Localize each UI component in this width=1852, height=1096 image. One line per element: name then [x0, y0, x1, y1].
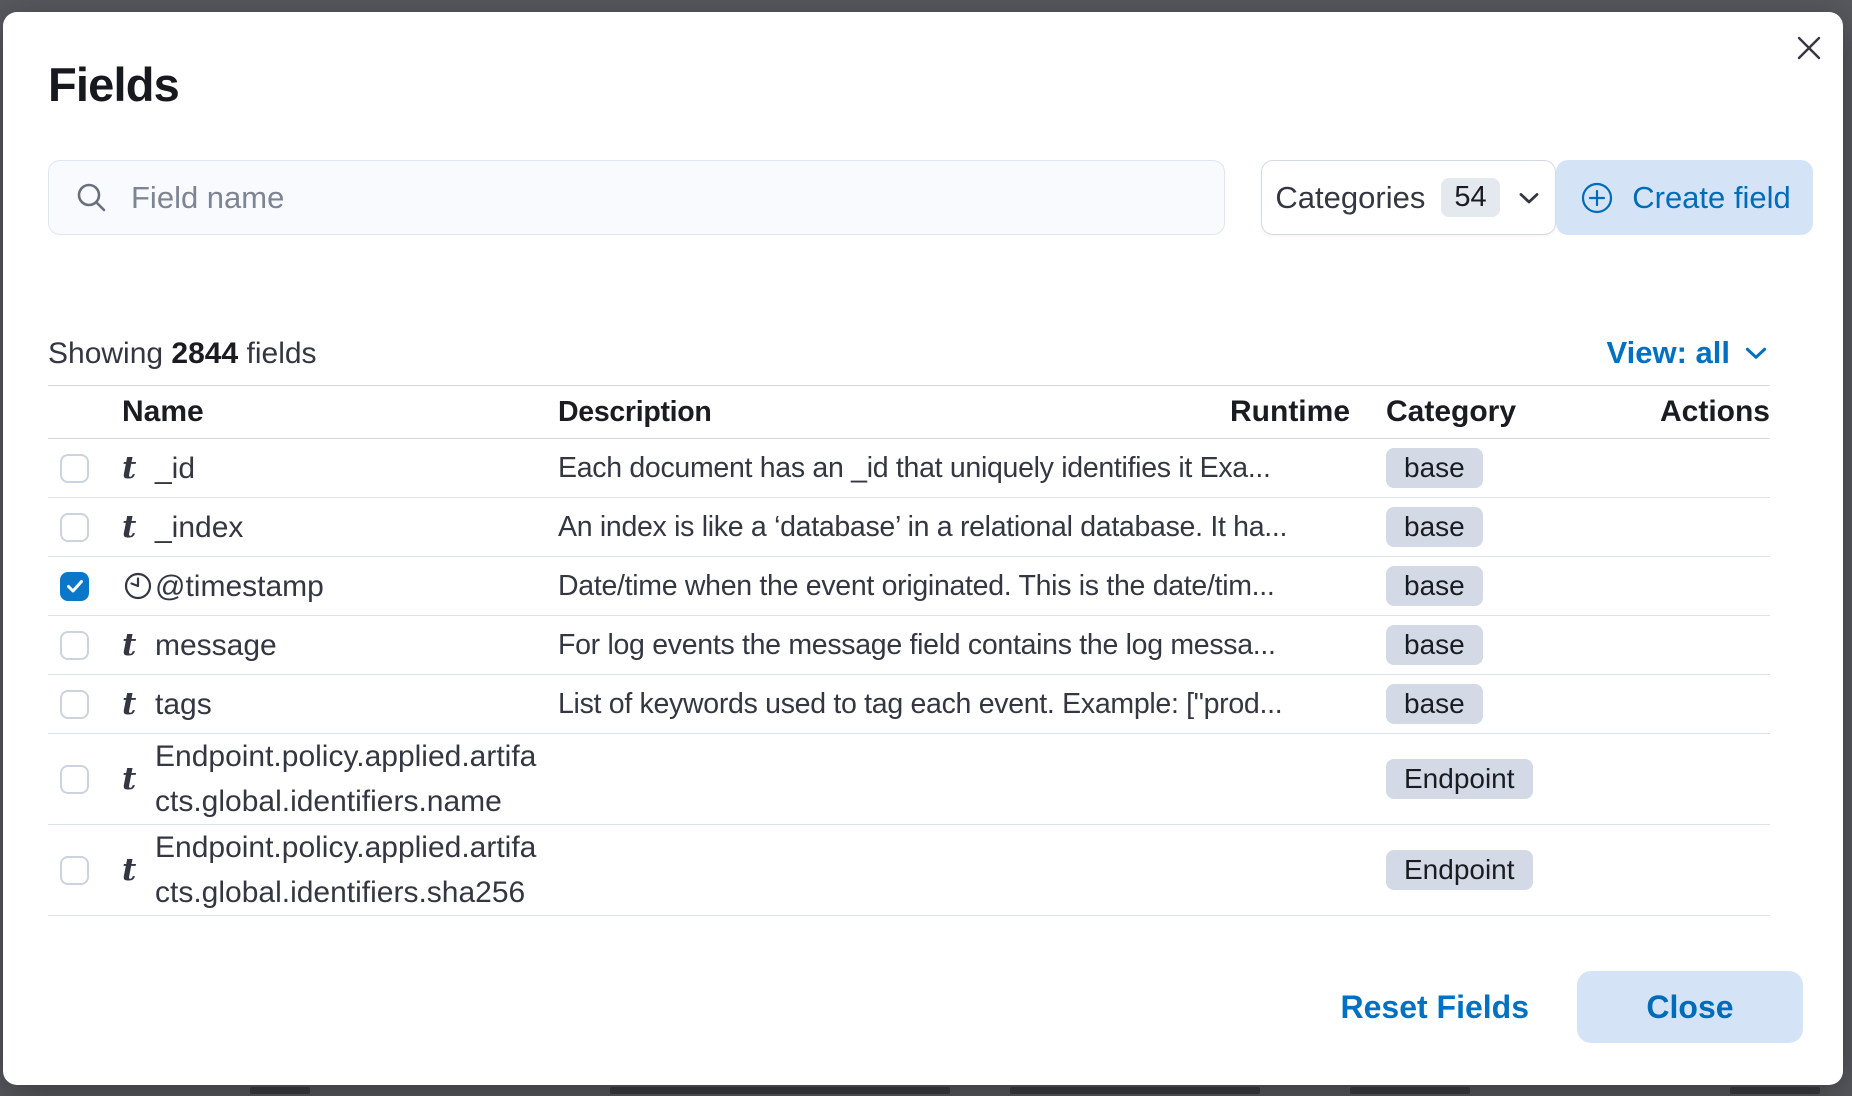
field-description: List of keywords used to tag each event.… [558, 688, 1322, 721]
field-name: @timestamp [155, 564, 558, 609]
chevron-down-icon [1516, 185, 1542, 211]
text-type-icon: t [122, 453, 136, 484]
row-checkbox[interactable] [60, 572, 89, 601]
row-checkbox[interactable] [60, 690, 89, 719]
field-search [48, 160, 1225, 235]
table-row: t Endpoint.policy.applied.artifacts.glob… [48, 825, 1770, 916]
fields-count: 2844 [171, 337, 238, 370]
table-header-row: Name Description Runtime Category Action… [48, 385, 1770, 439]
fields-table: Name Description Runtime Category Action… [48, 385, 1770, 916]
row-checkbox[interactable] [60, 631, 89, 660]
field-name: _index [155, 505, 558, 550]
text-type-icon: t [122, 764, 136, 795]
text-type-icon: t [122, 689, 136, 720]
row-checkbox[interactable] [60, 856, 89, 885]
row-checkbox[interactable] [60, 454, 89, 483]
column-header-name: Name [122, 395, 558, 429]
table-row: t tags List of keywords used to tag each… [48, 675, 1770, 734]
view-filter-label: View: all [1607, 335, 1731, 371]
table-row: t @timestamp Date/time when the event or… [48, 557, 1770, 616]
view-filter-dropdown[interactable]: View: all [1607, 335, 1771, 371]
category-badge: base [1386, 684, 1483, 724]
showing-count-text: Showing 2844 fields [48, 337, 317, 371]
page-title: Fields [48, 58, 1843, 112]
field-name: message [155, 623, 558, 668]
column-header-actions: Actions [1640, 395, 1770, 429]
close-button[interactable]: Close [1577, 971, 1803, 1043]
text-type-icon: t [122, 630, 136, 661]
field-description: For log events the message field contain… [558, 629, 1322, 662]
table-row: t _index An index is like a ‘database’ i… [48, 498, 1770, 557]
field-name: _id [155, 446, 558, 491]
checkmark-icon [64, 575, 86, 597]
table-row: t Endpoint.policy.applied.artifacts.glob… [48, 734, 1770, 825]
category-badge: base [1386, 566, 1483, 606]
text-type-icon: t [122, 855, 136, 886]
obscured-background-content [1730, 1087, 1820, 1094]
plus-in-circle-icon [1578, 179, 1616, 217]
categories-dropdown[interactable]: Categories 54 [1261, 160, 1556, 235]
table-row: t _id Each document has an _id that uniq… [48, 439, 1770, 498]
clock-icon [122, 570, 154, 602]
category-badge: base [1386, 507, 1483, 547]
field-name: Endpoint.policy.applied.artifacts.global… [155, 825, 558, 915]
category-badge: Endpoint [1386, 759, 1533, 799]
table-row: t message For log events the message fie… [48, 616, 1770, 675]
category-badge: base [1386, 625, 1483, 665]
obscured-background-content [250, 1087, 310, 1094]
column-header-description: Description [558, 396, 1230, 429]
field-name: Endpoint.policy.applied.artifacts.global… [155, 734, 558, 824]
category-badge: Endpoint [1386, 850, 1533, 890]
obscured-background-content [610, 1087, 950, 1094]
column-header-category: Category [1322, 395, 1640, 429]
categories-count-badge: 54 [1441, 178, 1499, 217]
reset-fields-button[interactable]: Reset Fields [1340, 989, 1529, 1026]
search-icon [73, 179, 111, 217]
search-input[interactable] [129, 179, 1224, 217]
row-checkbox[interactable] [60, 513, 89, 542]
toolbar: Categories 54 Create field [48, 160, 1813, 235]
text-type-icon: t [122, 512, 136, 543]
dialog-footer: Reset Fields Close [3, 971, 1843, 1085]
column-header-runtime: Runtime [1230, 395, 1322, 429]
create-field-label: Create field [1632, 180, 1791, 216]
obscured-background-content [1350, 1087, 1470, 1094]
fields-dialog: Fields Categories 54 [3, 12, 1843, 1085]
field-description: Each document has an _id that uniquely i… [558, 452, 1322, 485]
field-description: Date/time when the event originated. Thi… [558, 570, 1322, 603]
field-name: tags [155, 682, 558, 727]
category-badge: base [1386, 448, 1483, 488]
field-description: An index is like a ‘database’ in a relat… [558, 511, 1322, 544]
obscured-background-content [1010, 1087, 1260, 1094]
chevron-down-icon [1742, 339, 1770, 367]
row-checkbox[interactable] [60, 765, 89, 794]
categories-label: Categories [1275, 180, 1425, 216]
create-field-button[interactable]: Create field [1556, 160, 1813, 235]
